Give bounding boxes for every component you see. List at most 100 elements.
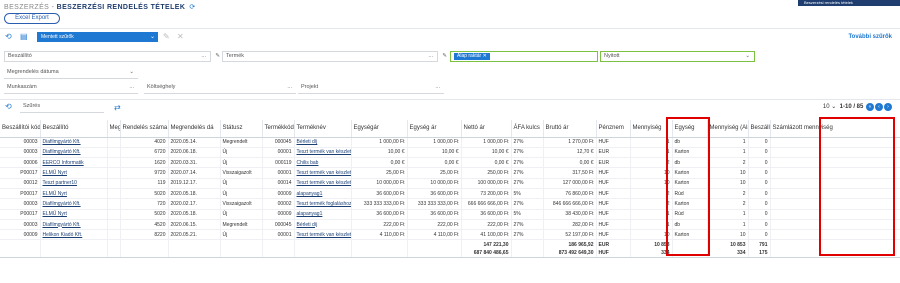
table-cell: 00003 [0,219,41,231]
table-cell[interactable]: Teszt termék van készlet [294,167,352,179]
column-header[interactable]: Nettó ár [461,120,512,138]
table-cell[interactable]: ELMŰ Nyrt [40,167,108,179]
first-page-icon[interactable]: « [866,103,874,111]
table-cell[interactable]: Chilis bab [294,157,352,169]
summary-cell: 175 [748,248,771,259]
table-cell: 27% [511,167,544,179]
chevron-down-icon: ⌄ [745,53,750,59]
save-filter-icon[interactable]: ▤ [20,33,28,41]
table-cell: 00001 [262,167,295,179]
supplier-field[interactable]: Beszállító... ✎ [4,51,220,62]
column-header[interactable]: ÁFA kulcs [511,120,544,138]
column-header[interactable]: Megrendelés dá [168,120,221,138]
table-cell: 36 600,00 Ft [461,209,512,220]
summary-cell: 873 492 649,30 [543,248,597,259]
edit-icon[interactable]: ✎ [442,52,447,61]
column-header[interactable]: Termékkód [262,120,295,138]
table-cell[interactable]: Diafilmgyártó Kft. [40,219,108,231]
table-cell[interactable]: ELMŰ Nyrt [40,188,108,200]
warehouse-tag[interactable]: Alap raktár ✕ [454,53,490,60]
column-header[interactable]: Terméknév [294,120,352,138]
prev-page-icon[interactable]: ‹ [875,103,883,111]
search-input[interactable]: Szűrés [20,102,104,113]
saved-filter-select[interactable]: Mentett szűrők ⌄ [37,32,158,42]
summary-cell [168,248,221,259]
table-cell[interactable]: alapanyag1 [294,188,352,200]
table-cell[interactable]: Diafilmgyártó Kft. [40,198,108,210]
table-cell: 36 600,00 Ft [407,209,462,220]
table-cell[interactable]: ELMŰ Nyrt [40,209,108,220]
page-size-select[interactable]: 10 ⌄ [823,104,836,110]
table-cell[interactable]: Diafilmgyártó Kft. [40,147,108,159]
table-cell[interactable]: Teszt termék van készlet [294,147,352,159]
column-header[interactable]: Beszáll [748,120,771,138]
table-cell: 0 [748,188,771,200]
table-cell: 76 860,00 Ft [543,188,597,200]
more-filters-link[interactable]: További szűrők [848,34,892,40]
edit-icon[interactable]: ✎ [215,52,220,61]
table-cell: 2020.06.15. [168,219,221,231]
table-row[interactable]: P00017 ELMŰ Nyrt 5020 2020.05.18. Új 00009 ala… [0,209,900,220]
order-date-field[interactable]: Megrendelés dátuma ⌄ [4,68,138,79]
column-header[interactable]: Megre [107,120,121,138]
table-cell: 41 100,00 Ft [461,229,512,241]
cost-center-field[interactable]: Költséghely... [144,83,296,94]
table-cell[interactable]: Bérleti díj [294,219,352,231]
excel-export-button[interactable]: Excel Export [4,13,60,24]
summary-cell [511,248,544,259]
project-field[interactable]: Projekt... [298,83,444,94]
table-cell: 9720 [120,167,169,179]
table-cell[interactable]: alapanyag1 [294,209,352,220]
summary-cell [511,239,544,249]
table-row[interactable]: 00003 Diafilmgyártó Kft. 720 2020.02.17. Vis… [0,198,900,210]
column-header[interactable]: Bruttó ár [543,120,597,138]
table-row[interactable]: 00009 Helikon Kiadó Kft. 8220 2020.05.21. Új… [0,229,900,241]
table-row[interactable]: 00003 Diafilmgyártó Kft. 4520 2020.06.15. Me… [0,219,900,231]
table-cell[interactable]: Teszt termék foglaláshoz [294,198,352,210]
column-header[interactable]: Státusz [220,120,263,138]
table-cell: Megrendelt [220,219,263,231]
breadcrumb-prefix[interactable]: BESZERZÉS [4,4,49,11]
table-cell: 00001 [262,229,295,241]
column-header[interactable]: Mennyiség (Alap [707,120,749,138]
table-cell: HUF [596,229,631,241]
table-cell: 36 600,00 Ft [351,209,408,220]
table-cell[interactable]: Helikon Kiadó Kft. [40,229,108,241]
table-cell[interactable]: Teszt termék van készlet [294,229,352,241]
table-row[interactable]: 00003 Diafilmgyártó Kft. 4020 2020.05.14. Me… [0,137,900,148]
warehouse-field[interactable]: Alap raktár ✕ [450,51,598,62]
column-header[interactable]: Egység ár [407,120,462,138]
work-number-field[interactable]: Munkaszám... [4,83,138,94]
table-row[interactable]: 00012 Teszt partner10 119 2019.12.17. Új 0001… [0,178,900,189]
column-header[interactable]: Pénznem [596,120,631,138]
table-cell: 25,00 Ft [351,167,408,179]
table-cell[interactable]: Teszt partner10 [40,178,108,189]
table-cell[interactable]: EERCO Informatik [40,157,108,169]
table-row[interactable]: P00017 ELMŰ Nyrt 9720 2020.07.14. Visszaigaz… [0,167,900,179]
close-icon[interactable]: ✕ [177,33,184,41]
refresh-icon[interactable]: ⟲ [5,103,12,111]
summary-cell [407,248,462,259]
summary-cell [351,239,408,249]
status-select[interactable]: Nyitott ⌄ [600,51,755,62]
product-field[interactable]: Termék... ✎ [222,51,447,62]
next-page-icon[interactable]: › [884,103,892,111]
column-header[interactable]: Beszállító [40,120,108,138]
table-cell: 0,00 € [407,157,462,169]
table-cell: 1 000,00 Ft [461,137,512,148]
column-header[interactable]: Egységár [351,120,408,138]
table-cell[interactable]: Diafilmgyártó Kft. [40,137,108,148]
table-row[interactable]: 00006 EERCO Informatik 1620 2020.03.31. Új 00… [0,157,900,169]
table-cell: 10 000,00 Ft [407,178,462,189]
edit-icon[interactable]: ✎ [163,33,170,41]
column-header[interactable]: Rendelés száma [120,120,169,138]
refresh-icon[interactable]: ⟳ [189,4,195,11]
table-row[interactable]: 00003 Diafilmgyártó Kft. 6720 2020.06.18. Új… [0,147,900,159]
table-cell[interactable]: Bérleti díj [294,137,352,148]
column-header[interactable]: Beszállítói kód [0,120,41,138]
refresh-filter-icon[interactable]: ⟲ [5,33,12,41]
table-row[interactable]: P00017 ELMŰ Nyrt 5020 2020.05.18. Új 00009 ala… [0,188,900,200]
summary-cell: 334 [707,248,749,259]
table-cell[interactable]: Teszt termék van készlet2 [294,178,352,189]
swap-columns-icon[interactable]: ⇄ [114,103,121,112]
